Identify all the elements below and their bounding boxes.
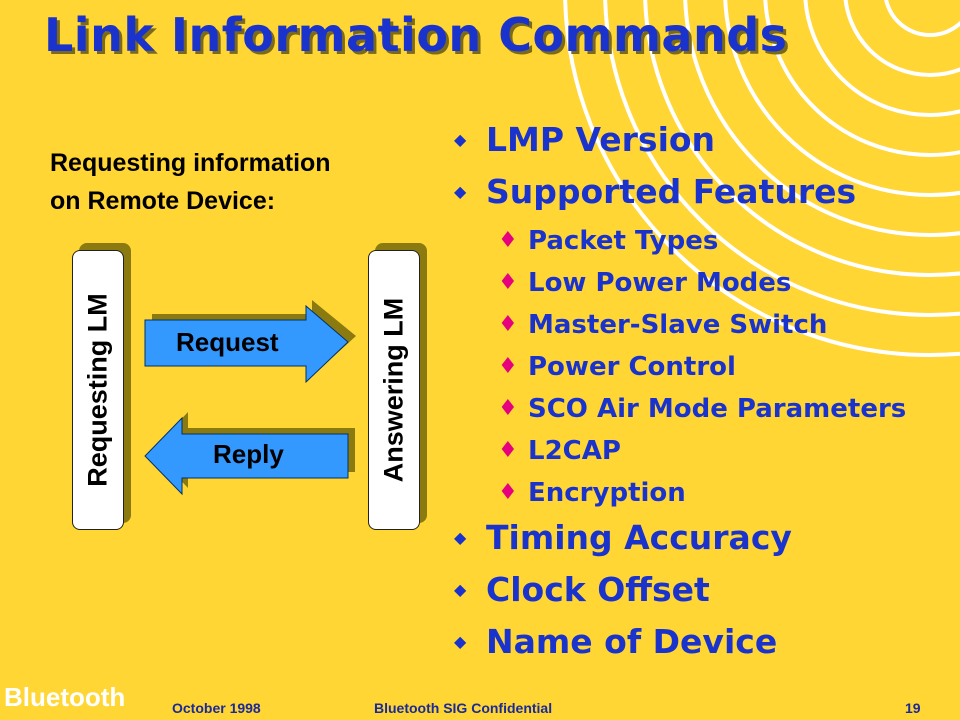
subbullet-sco-air-mode: ♦ SCO Air Mode Parameters [450, 388, 906, 430]
subbullet-l2cap: ♦ L2CAP [450, 430, 906, 472]
bullet-lmp-version: ◆ LMP Version [450, 116, 906, 168]
diamond-bullet-icon: ◆ [454, 130, 467, 149]
subbullet-master-slave-switch: ♦ Master-Slave Switch [450, 304, 906, 346]
slide-title: Link Information Commands [44, 8, 788, 62]
diagram-caption: Requesting information on Remote Device: [50, 144, 430, 220]
bullet-timing-accuracy: ◆ Timing Accuracy [450, 514, 906, 566]
diamond-bullet-icon: ◆ [454, 182, 467, 201]
diamond-subbullet-icon: ♦ [498, 228, 518, 253]
caption-line-1: Requesting information [50, 149, 331, 177]
subbullet-low-power-modes: ♦ Low Power Modes [450, 262, 906, 304]
diamond-bullet-icon: ◆ [454, 632, 467, 651]
requesting-lm-label: Requesting LM [82, 293, 113, 487]
diamond-bullet-icon: ◆ [454, 528, 467, 547]
diamond-subbullet-icon: ♦ [498, 480, 518, 505]
reply-label: Reply [213, 439, 284, 469]
answering-lm-box: Answering LM [368, 250, 420, 530]
requesting-lm-box: Requesting LM [72, 250, 124, 530]
diamond-subbullet-icon: ♦ [498, 312, 518, 337]
page-number: 19 [905, 700, 921, 716]
bullet-name-of-device: ◆ Name of Device [450, 618, 906, 670]
footer-confidential: Bluetooth SIG Confidential [374, 700, 553, 716]
subbullet-power-control: ♦ Power Control [450, 346, 906, 388]
request-label: Request [176, 327, 279, 357]
bullet-supported-features: ◆ Supported Features [450, 168, 906, 220]
diamond-subbullet-icon: ♦ [498, 396, 518, 421]
answering-lm-label: Answering LM [378, 297, 409, 483]
feature-bullet-list: ◆ LMP Version ◆ Supported Features ♦ Packet… [450, 116, 906, 670]
bullet-clock-offset: ◆ Clock Offset [450, 566, 906, 618]
diamond-bullet-icon: ◆ [454, 580, 467, 599]
bluetooth-logo: Bluetooth [4, 682, 126, 712]
subbullet-packet-types: ♦ Packet Types [450, 220, 906, 262]
diamond-subbullet-icon: ♦ [498, 270, 518, 295]
diamond-subbullet-icon: ♦ [498, 354, 518, 379]
caption-line-2: on Remote Device: [50, 187, 276, 215]
diamond-subbullet-icon: ♦ [498, 438, 518, 463]
footer-date: October 1998 [172, 700, 261, 716]
subbullet-encryption: ♦ Encryption [450, 472, 906, 514]
